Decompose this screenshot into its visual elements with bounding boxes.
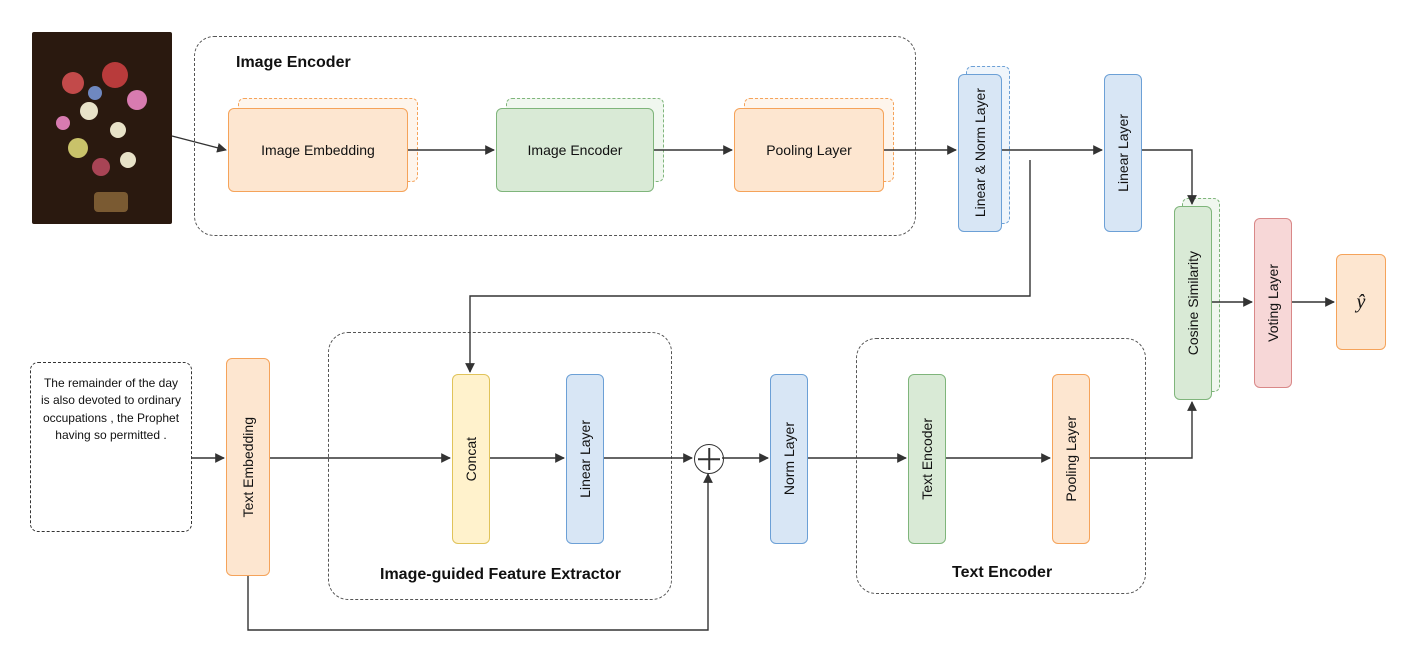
block-label: Text Encoder [919, 418, 935, 500]
block-label: Norm Layer [781, 422, 797, 495]
group-text-encoder [856, 338, 1146, 594]
block-cosine: Cosine Similarity [1174, 206, 1212, 400]
group-igfe [328, 332, 672, 600]
block-label: Concat [463, 437, 479, 481]
block-linear-norm: Linear & Norm Layer [958, 74, 1002, 232]
block-label: Linear Layer [1115, 114, 1131, 192]
block-label: Voting Layer [1265, 264, 1281, 342]
diagram-canvas: The remainder of the day is also devoted… [0, 0, 1416, 670]
block-label: Text Embedding [240, 417, 256, 517]
group-igfe-title: Image-guided Feature Extractor [380, 566, 621, 584]
block-text-pooling: Pooling Layer [1052, 374, 1090, 544]
block-text-encoder: Text Encoder [908, 374, 946, 544]
group-text-encoder-title: Text Encoder [952, 564, 1052, 582]
block-label: Pooling Layer [1063, 416, 1079, 502]
block-concat: Concat [452, 374, 490, 544]
group-image-encoder-title: Image Encoder [236, 54, 351, 72]
block-image-embedding: Image Embedding [228, 108, 408, 192]
block-norm-layer: Norm Layer [770, 374, 808, 544]
oplus-icon [694, 444, 724, 474]
block-linear-layer-bottom: Linear Layer [566, 374, 604, 544]
block-label: Linear Layer [577, 420, 593, 498]
block-label: Cosine Similarity [1185, 251, 1201, 355]
block-yhat: ŷ [1336, 254, 1386, 350]
block-label: Image Embedding [261, 142, 375, 158]
block-image-pooling: Pooling Layer [734, 108, 884, 192]
block-label: Linear & Norm Layer [972, 88, 988, 217]
block-label: Image Encoder [528, 142, 623, 158]
block-label: Pooling Layer [766, 142, 852, 158]
block-label: ŷ [1357, 291, 1366, 314]
block-voting: Voting Layer [1254, 218, 1292, 388]
input-image [32, 32, 172, 224]
input-text: The remainder of the day is also devoted… [30, 362, 192, 532]
block-linear-layer-top: Linear Layer [1104, 74, 1142, 232]
block-image-encoder: Image Encoder [496, 108, 654, 192]
block-text-embedding: Text Embedding [226, 358, 270, 576]
